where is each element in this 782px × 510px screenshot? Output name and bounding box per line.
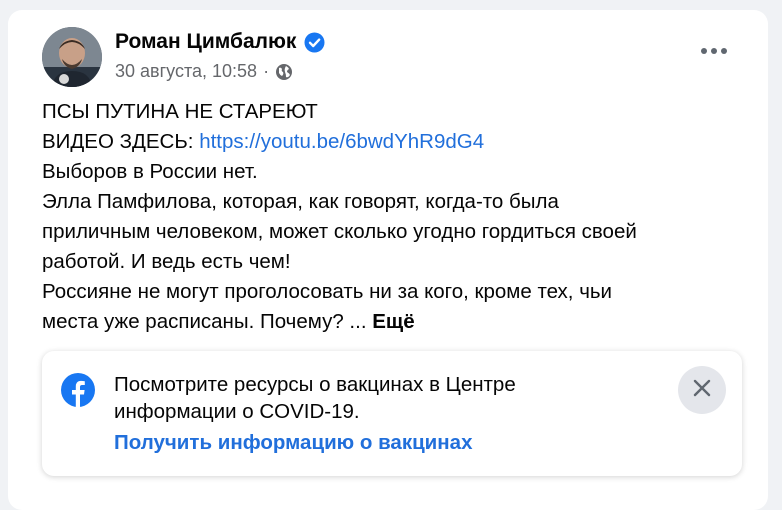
banner-line: информации о COVID-19. [114, 400, 360, 423]
more-options-icon[interactable] [694, 38, 734, 64]
meta-separator: · [263, 61, 270, 81]
author-name[interactable]: Роман Цимбалюк [115, 30, 296, 54]
covid-info-banner: Посмотрите ресурсы о вакцинах в Центре и… [42, 351, 742, 476]
post-line: ПСЫ ПУТИНА НЕ СТАРЕЮТ [42, 100, 318, 123]
video-link[interactable]: https://youtu.be/6bwdYhR9dG4 [199, 130, 484, 153]
post-author: Роман Цимбалюк [115, 30, 325, 54]
post-line: приличным человеком, может сколько угодн… [42, 220, 637, 243]
facebook-logo-icon [61, 373, 95, 407]
post-body: ПСЫ ПУТИНА НЕ СТАРЕЮТ ВИДЕО ЗДЕСЬ: https… [42, 97, 742, 337]
post-card: Роман Цимбалюк 30 августа, 10:58 · ПСЫ П… [8, 10, 768, 510]
close-icon [693, 379, 711, 402]
globe-icon[interactable] [275, 63, 293, 81]
see-more-link[interactable]: Ещё [372, 310, 414, 333]
post-meta: 30 августа, 10:58 · [115, 61, 293, 82]
video-prefix: ВИДЕО ЗДЕСЬ: [42, 130, 200, 153]
verified-badge-icon [304, 32, 325, 53]
post-line: Элла Памфилова, которая, как говорят, ко… [42, 190, 559, 213]
post-line: Выборов в России нет. [42, 160, 258, 183]
vaccine-info-link[interactable]: Получить информацию о вакцинах [114, 431, 472, 455]
author-avatar[interactable] [42, 27, 102, 87]
video-line: ВИДЕО ЗДЕСЬ: https://youtu.be/6bwdYhR9dG… [42, 127, 742, 157]
banner-line: Посмотрите ресурсы о вакцинах в Центре [114, 373, 516, 396]
post-line: работой. И ведь есть чем! [42, 250, 291, 273]
post-line: места уже расписаны. Почему? ... [42, 310, 367, 333]
banner-message: Посмотрите ресурсы о вакцинах в Центре и… [114, 371, 614, 425]
post-date[interactable]: 30 августа, 10:58 [115, 61, 257, 82]
post-line-last: места уже расписаны. Почему? ... Ещё [42, 307, 742, 337]
post-line: Россияне не могут проголосовать ни за ко… [42, 280, 613, 303]
close-banner-button[interactable] [678, 366, 726, 414]
